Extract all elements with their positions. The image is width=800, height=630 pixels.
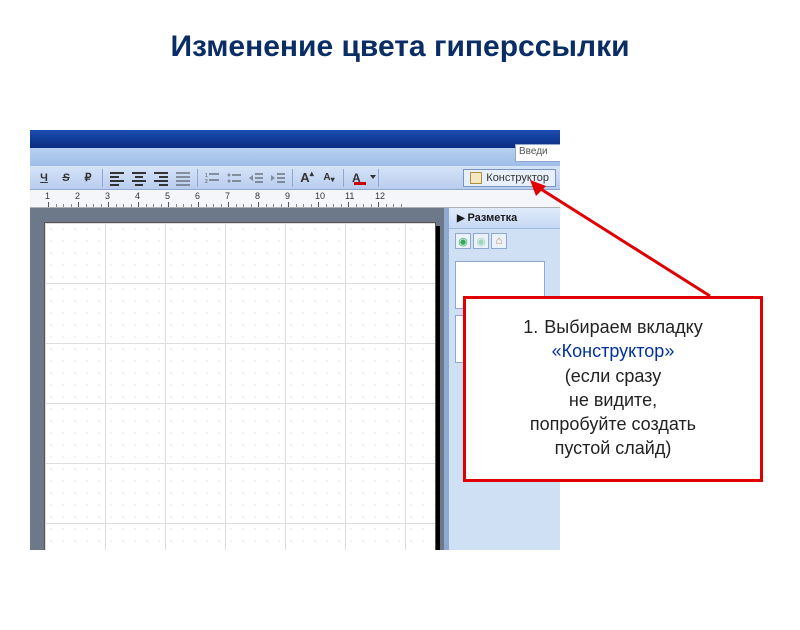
slide-canvas[interactable] <box>44 222 436 550</box>
ruler-number: 5 <box>165 191 170 201</box>
ruler-number: 12 <box>375 191 385 201</box>
callout-line1: Выбираем вкладку <box>544 315 702 339</box>
align-right-button[interactable] <box>151 169 171 187</box>
align-justify-button[interactable] <box>173 169 193 187</box>
formatting-toolbar: Введи Ч S ₽ 12 A▴ <box>30 166 560 190</box>
increase-indent-icon <box>271 172 285 184</box>
increase-font-button[interactable]: A▴ <box>297 169 317 187</box>
bullet-list-button[interactable] <box>224 169 244 187</box>
designer-button[interactable]: Конструктор <box>463 169 556 187</box>
decrease-indent-icon <box>249 172 263 184</box>
horizontal-ruler: 123456789101112 <box>30 190 560 208</box>
callout-arrow <box>530 180 770 310</box>
ruler-number: 3 <box>105 191 110 201</box>
currency-button[interactable]: ₽ <box>78 169 98 187</box>
increase-font-icon: A <box>300 170 309 185</box>
decrease-indent-button[interactable] <box>246 169 266 187</box>
numbered-list-button[interactable]: 12 <box>202 169 222 187</box>
align-left-icon <box>110 172 124 184</box>
ruler-number: 11 <box>345 191 354 201</box>
titlebar <box>30 130 560 148</box>
menubar <box>30 148 560 166</box>
designer-label: Конструктор <box>486 172 549 184</box>
align-justify-icon <box>176 172 190 184</box>
taskpane-header: ▶ Разметка <box>449 208 560 229</box>
designer-icon <box>470 172 482 184</box>
ruler-number: 7 <box>225 191 230 201</box>
page-title: Изменение цвета гиперссылки <box>0 30 800 64</box>
step-number: 1. <box>523 315 538 339</box>
callout-line4: не видите, <box>476 388 750 412</box>
instruction-callout: 1. Выбираем вкладку «Конструктор» (если … <box>463 296 763 482</box>
ruler-number: 8 <box>255 191 260 201</box>
decrease-font-button[interactable]: A▾ <box>319 169 339 187</box>
separator <box>378 169 379 187</box>
callout-line2: «Конструктор» <box>476 339 750 363</box>
callout-line3: (если сразу <box>476 364 750 388</box>
ruler-number: 4 <box>135 191 140 201</box>
strike-button[interactable]: S <box>56 169 76 187</box>
underline-button[interactable]: Ч <box>34 169 54 187</box>
taskpane-nav: ◉ ◉ ⌂ <box>449 229 560 253</box>
circle-fwd-icon: ◉ <box>476 235 486 248</box>
slide-area <box>30 208 444 550</box>
increase-indent-button[interactable] <box>268 169 288 187</box>
align-right-icon <box>154 172 168 184</box>
separator <box>102 169 103 187</box>
grid-lines <box>45 223 435 550</box>
bullet-list-icon <box>227 172 241 184</box>
search-input[interactable]: Введи <box>515 144 560 162</box>
separator <box>343 169 344 187</box>
ruler-number: 6 <box>195 191 200 201</box>
home-icon: ⌂ <box>496 235 503 247</box>
callout-line6: пустой слайд) <box>476 436 750 460</box>
taskpane-back-button[interactable]: ◉ <box>455 233 471 249</box>
ruler-number: 10 <box>315 191 325 201</box>
ruler-number: 2 <box>75 191 80 201</box>
separator <box>292 169 293 187</box>
circle-back-icon: ◉ <box>458 235 468 248</box>
callout-line5: попробуйте создать <box>476 412 750 436</box>
taskpane-home-button[interactable]: ⌂ <box>491 233 507 249</box>
separator <box>197 169 198 187</box>
ruler-number: 1 <box>45 191 50 201</box>
font-color-button[interactable]: A <box>348 169 374 187</box>
svg-text:2: 2 <box>205 179 208 184</box>
numbered-list-icon: 12 <box>205 172 219 184</box>
align-center-button[interactable] <box>129 169 149 187</box>
ruler-number: 9 <box>285 191 290 201</box>
align-left-button[interactable] <box>107 169 127 187</box>
align-center-icon <box>132 172 146 184</box>
decrease-font-icon: A <box>323 172 330 183</box>
taskpane-fwd-button[interactable]: ◉ <box>473 233 489 249</box>
font-color-icon: A <box>352 171 370 185</box>
